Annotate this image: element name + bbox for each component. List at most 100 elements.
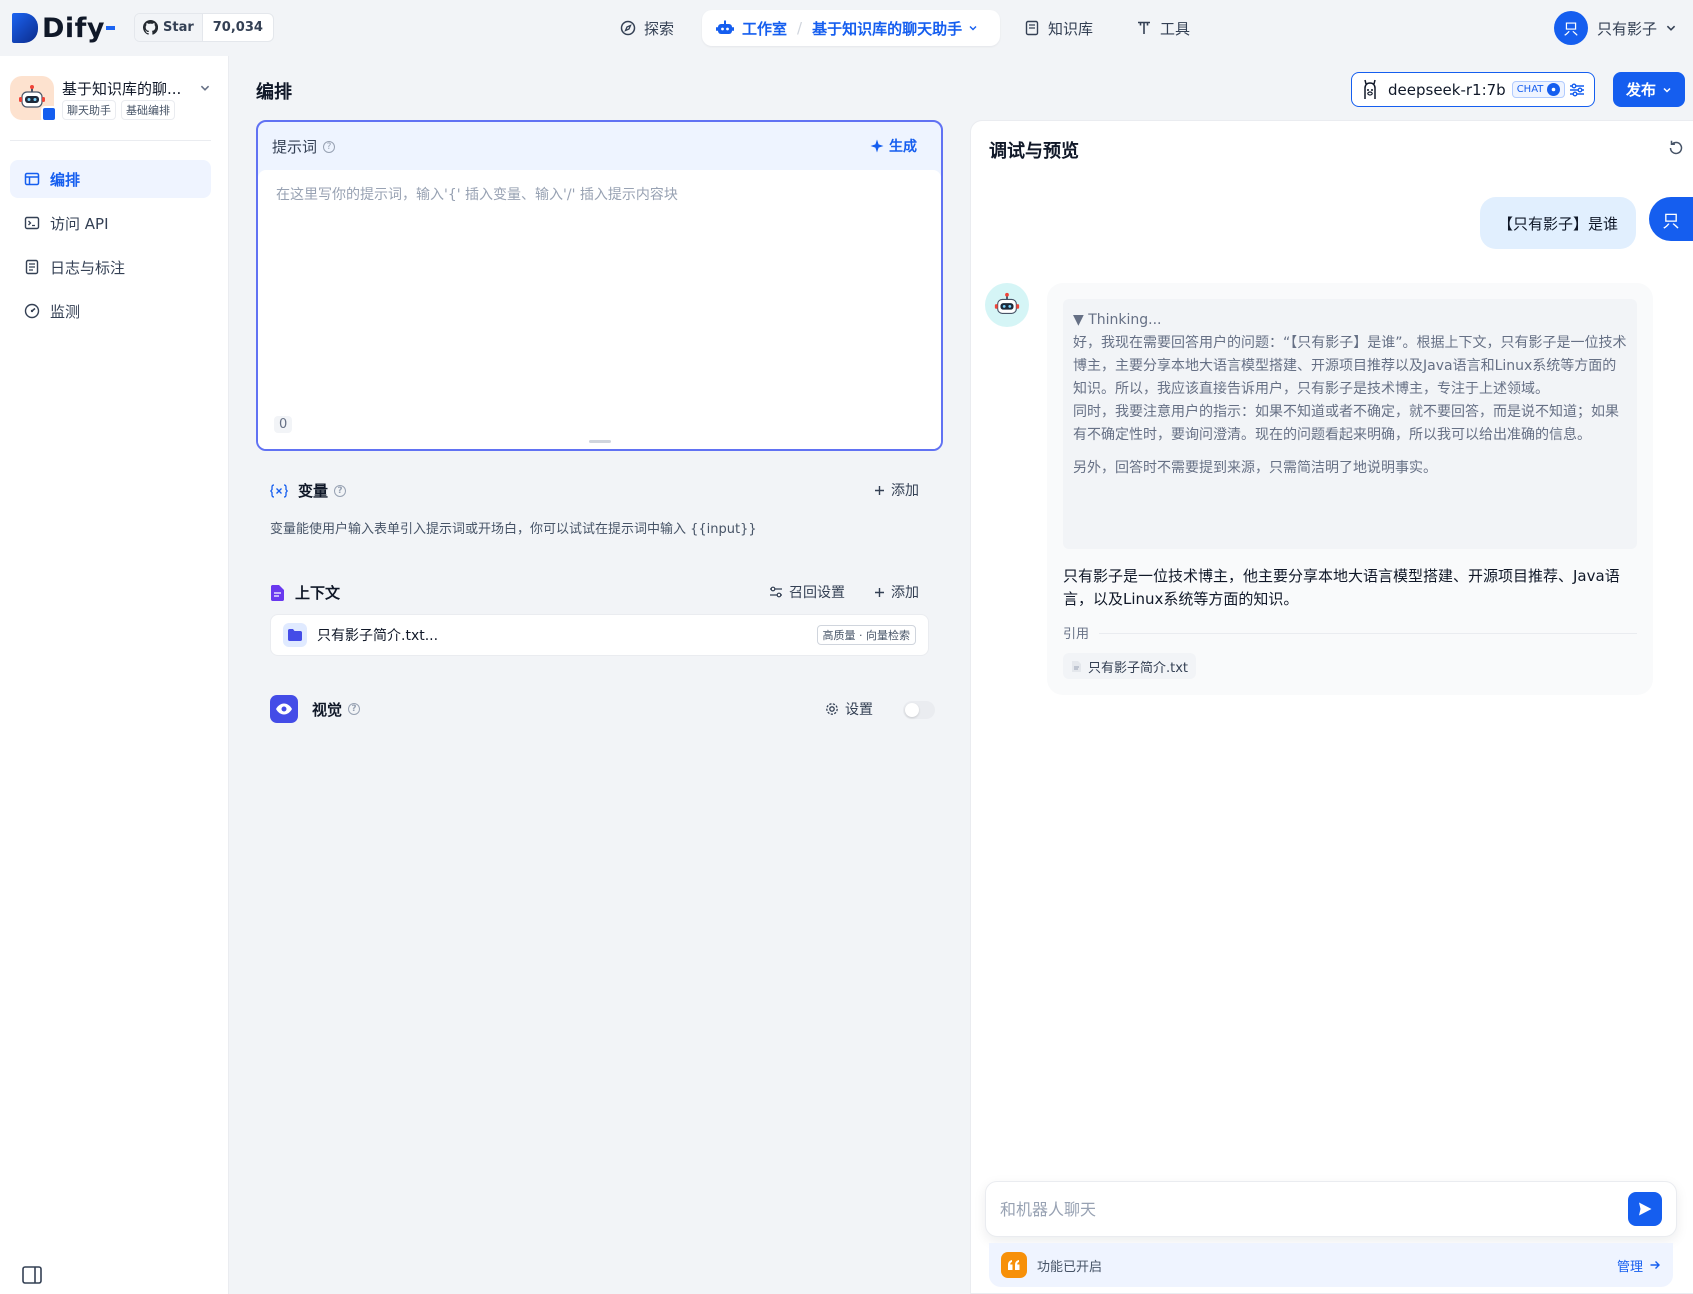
- gear-icon: [826, 703, 838, 715]
- model-mode-label: CHAT: [1516, 84, 1544, 95]
- settings-sliders-icon: [770, 586, 782, 598]
- app-type-badge: [41, 106, 57, 122]
- sidebar-item-logs[interactable]: 日志与标注: [10, 248, 211, 286]
- chevron-down-icon[interactable]: [199, 82, 211, 94]
- citation-label: 引用: [1063, 627, 1090, 642]
- bot-answer-text: 只有影子是一位技术博主，他主要分享本地大语言模型搭建、开源项目推荐、Java语言…: [1063, 567, 1620, 608]
- publish-label: 发布: [1625, 81, 1656, 99]
- prompt-editor-card: 提示词 ? 生成 在这里写你的提示词，输入'{' 插入变量、输入'/' 插入提示…: [256, 120, 943, 451]
- github-star-widget[interactable]: Star 70,034: [134, 13, 274, 42]
- nav-studio[interactable]: 工作室 / 基于知识库的聊天助手: [702, 10, 1001, 46]
- thinking-header: ▼ Thinking...: [1073, 312, 1162, 328]
- add-context-button[interactable]: 添加: [874, 582, 919, 602]
- robot-icon: [994, 292, 1020, 314]
- citation-file-chip[interactable]: 只有影子简介.txt: [1063, 653, 1197, 679]
- variables-header: 变量 ?: [270, 480, 347, 501]
- chevron-down-icon: [1666, 25, 1676, 31]
- refresh-icon[interactable]: [1667, 139, 1685, 157]
- tools-icon: [1138, 21, 1150, 34]
- variables-card: 变量 ? 添加 变量能使用户输入表单引入提示词或开场白，你可以试试在提示词中输入…: [256, 462, 943, 554]
- generate-prompt-button[interactable]: 生成: [870, 136, 917, 156]
- sidebar-nav: 编排 访问 API 日志与标注 监测: [10, 160, 211, 336]
- sidebar-divider: [10, 140, 211, 141]
- github-star-button[interactable]: Star: [135, 14, 203, 41]
- features-bar: 功能已开启 管理: [989, 1243, 1673, 1287]
- app-tags: 聊天助手 基础编排: [62, 100, 175, 120]
- github-star-label: Star: [163, 20, 194, 35]
- model-settings-icon[interactable]: [1568, 81, 1586, 99]
- model-name: deepseek-r1:7b: [1388, 80, 1506, 99]
- thinking-paragraph: 好，我现在需要回答用户的问题：“【只有影子】是谁”。根据上下文，只有影子是一位技…: [1073, 335, 1627, 443]
- app-mode-tag: 聊天助手: [62, 100, 116, 120]
- app-name: 基于知识库的聊...: [62, 80, 182, 98]
- citation-file-name: 只有影子简介.txt: [1088, 660, 1189, 676]
- thinking-paragraph: 另外，回答时不需要提到来源，只需简洁明了地说明事实。: [1073, 460, 1437, 476]
- help-icon[interactable]: ?: [334, 484, 347, 497]
- thinking-block[interactable]: ▼ Thinking... 好，我现在需要回答用户的问题：“【只有影子】是谁”。…: [1063, 299, 1637, 549]
- prompt-resize-handle[interactable]: [589, 440, 611, 443]
- preview-title: 调试与预览: [989, 141, 1079, 162]
- chat-input[interactable]: [1000, 1199, 1628, 1219]
- user-message-bubble: 【只有影子】是谁: [1479, 197, 1636, 249]
- add-variable-button[interactable]: 添加: [874, 480, 919, 500]
- sidebar-item-monitor[interactable]: 监测: [10, 292, 211, 330]
- vision-settings-button[interactable]: 设置: [825, 699, 873, 719]
- debug-preview-panel: 调试与预览 【只有影子】是谁 只 ▼ Thinking... 好，我现在需要回答…: [970, 120, 1693, 1294]
- compass-icon: [620, 20, 636, 36]
- dashboard-icon: [24, 303, 40, 319]
- manage-label: 管理: [1616, 1259, 1643, 1275]
- chat-input-box[interactable]: [985, 1181, 1677, 1237]
- app-info-header[interactable]: 基于知识库的聊... 聊天助手 基础编排: [10, 76, 215, 122]
- terminal-icon: [24, 216, 40, 230]
- book-icon: [1025, 20, 1039, 36]
- context-header: 上下文: [270, 582, 340, 603]
- vision-header: 视觉 ?: [270, 695, 361, 723]
- recall-settings-button[interactable]: 召回设置: [769, 582, 845, 602]
- dify-logo-mark: [12, 13, 38, 43]
- sidebar-item-api[interactable]: 访问 API: [10, 204, 211, 242]
- user-menu[interactable]: 只 只有影子: [1553, 10, 1677, 46]
- add-label: 添加: [891, 585, 919, 601]
- nav-explore[interactable]: 探索: [620, 10, 674, 46]
- nav-knowledge-label: 知识库: [1048, 19, 1094, 38]
- github-icon: [143, 20, 158, 35]
- breadcrumb-separator: /: [797, 19, 803, 37]
- nav-knowledge[interactable]: 知识库: [1024, 10, 1093, 46]
- prompt-textarea[interactable]: 在这里写你的提示词，输入'{' 插入变量、输入'/' 插入提示内容块 0: [258, 170, 941, 449]
- sidebar-collapse-icon[interactable]: [22, 1266, 42, 1284]
- help-icon[interactable]: ?: [348, 703, 361, 715]
- plus-icon: [875, 485, 884, 495]
- context-label: 上下文: [295, 584, 341, 602]
- generate-label: 生成: [889, 139, 917, 155]
- app-sidebar: 基于知识库的聊... 聊天助手 基础编排 编排 访问 API 日志与标注 监测: [0, 56, 229, 1294]
- sidebar-item-label: 访问 API: [50, 214, 109, 233]
- publish-button[interactable]: 发布: [1613, 72, 1685, 107]
- vision-toggle[interactable]: [903, 701, 935, 719]
- variables-label: 变量: [298, 482, 329, 500]
- add-label: 添加: [891, 483, 919, 499]
- manage-features-button[interactable]: 管理: [1617, 1256, 1661, 1275]
- context-card: 上下文 召回设置 添加 只有影子简介.txt... 高质量 · 向量检索: [256, 564, 943, 672]
- send-button[interactable]: [1628, 1192, 1662, 1226]
- brand-name: Dify: [42, 12, 106, 44]
- sidebar-item-label: 日志与标注: [50, 258, 126, 277]
- help-icon[interactable]: ?: [323, 140, 336, 153]
- folder-icon: [283, 623, 307, 647]
- document-icon: [271, 584, 284, 601]
- send-icon: [1639, 1202, 1652, 1216]
- sidebar-item-orchestrate[interactable]: 编排: [10, 160, 211, 198]
- app-orchestration-tag: 基础编排: [121, 100, 175, 120]
- llama-icon: [1364, 79, 1376, 99]
- nav-tools[interactable]: 工具: [1136, 10, 1190, 46]
- user-name: 只有影子: [1596, 19, 1657, 38]
- prompt-header: 提示词 ?: [272, 136, 336, 157]
- context-dataset-item[interactable]: 只有影子简介.txt... 高质量 · 向量检索: [270, 614, 929, 656]
- txt-file-icon: [1072, 660, 1081, 672]
- vision-eye-icon: [1547, 83, 1561, 96]
- model-selector[interactable]: deepseek-r1:7b CHAT: [1351, 72, 1595, 107]
- chevron-down-icon: [969, 26, 977, 31]
- vision-settings-label: 设置: [845, 702, 873, 718]
- dify-logo[interactable]: Dify: [12, 12, 116, 44]
- current-app-breadcrumb[interactable]: 基于知识库的聊天助手: [812, 18, 962, 39]
- arrow-right-icon: [1650, 1261, 1660, 1269]
